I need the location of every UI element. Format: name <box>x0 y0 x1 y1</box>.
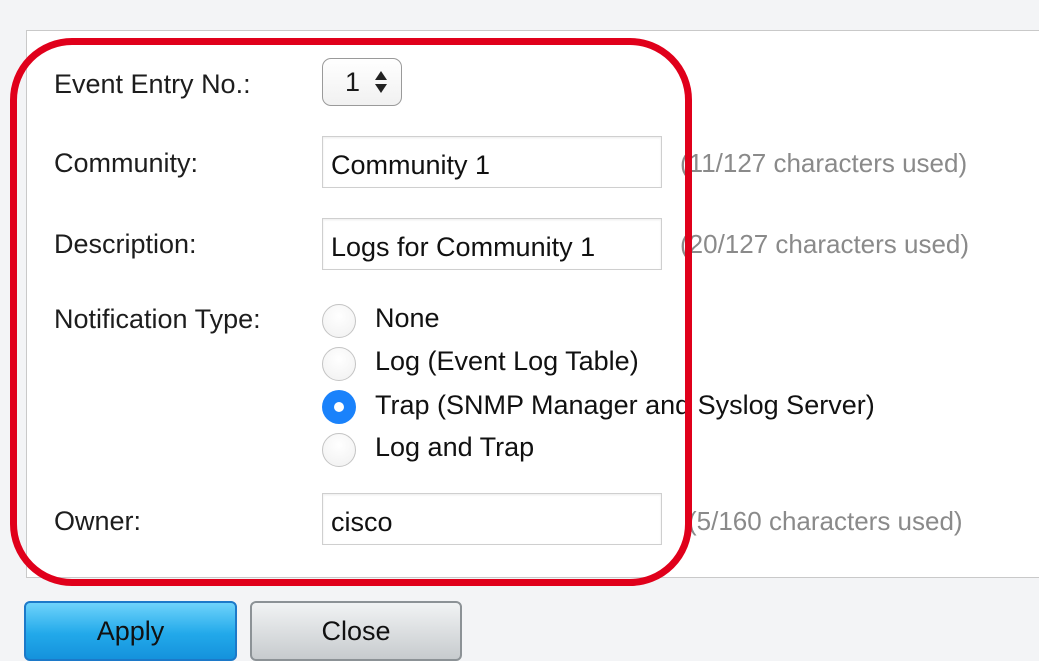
up-down-arrows-icon <box>375 71 387 93</box>
apply-button[interactable]: Apply <box>24 601 237 661</box>
community-input[interactable]: Community 1 <box>322 136 662 188</box>
notification-log-and-trap-radio[interactable] <box>322 433 356 467</box>
owner-input[interactable]: cisco <box>322 493 662 545</box>
notification-trap-label: Trap (SNMP Manager and Syslog Server) <box>375 390 875 420</box>
event-entry-label: Event Entry No.: <box>54 69 251 99</box>
notification-trap-radio[interactable] <box>322 390 356 424</box>
notification-none-label: None <box>375 303 440 333</box>
notification-log-label: Log (Event Log Table) <box>375 346 639 376</box>
event-entry-spinner[interactable]: 1 <box>322 58 402 106</box>
owner-char-counter: (5/160 characters used) <box>688 506 963 536</box>
description-input[interactable]: Logs for Community 1 <box>322 218 662 270</box>
notification-none-radio[interactable] <box>322 304 356 338</box>
notification-log-and-trap-label: Log and Trap <box>375 432 535 462</box>
community-char-counter: (11/127 characters used) <box>680 148 968 178</box>
description-label: Description: <box>54 229 197 259</box>
notification-log-radio[interactable] <box>322 347 356 381</box>
notification-type-label: Notification Type: <box>54 304 261 334</box>
description-char-counter: (20/127 characters used) <box>680 229 970 259</box>
top-band <box>0 0 1039 30</box>
owner-label: Owner: <box>54 506 142 536</box>
close-button[interactable]: Close <box>250 601 462 661</box>
event-entry-value: 1 <box>345 67 361 97</box>
community-label: Community: <box>54 148 199 178</box>
